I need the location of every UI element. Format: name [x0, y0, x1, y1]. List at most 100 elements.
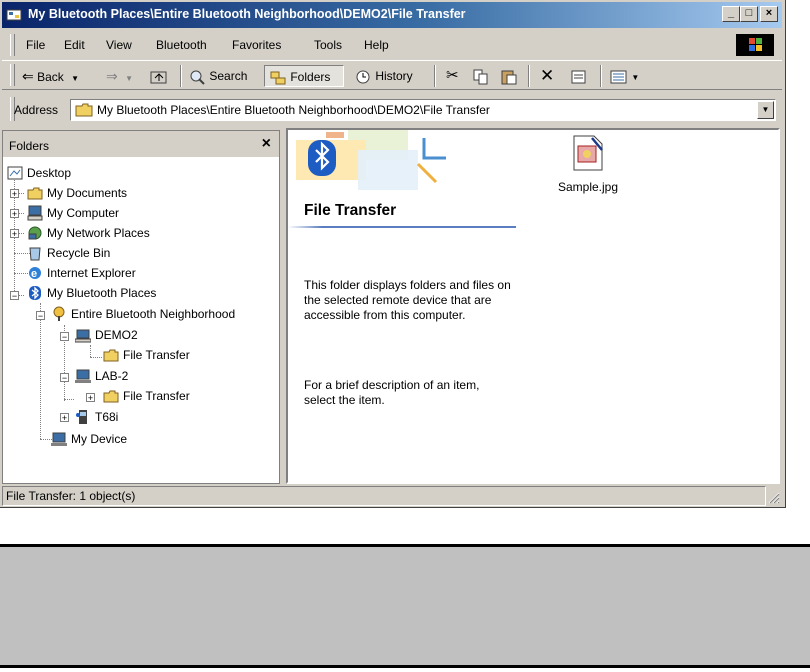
collapse-demo2[interactable]: −: [60, 332, 69, 342]
chevron-down-icon: ▼: [71, 74, 80, 83]
properties-button[interactable]: [570, 65, 588, 87]
folders-icon: [270, 71, 286, 85]
content-title-underline: [288, 226, 516, 228]
scissors-icon: ✂: [446, 67, 459, 84]
chevron-down-icon: ▼: [125, 74, 133, 83]
explorer-window: My Bluetooth Places\Entire Bluetooth Nei…: [0, 0, 786, 508]
tree-node-label: Recycle Bin: [47, 246, 111, 260]
address-bar: Address My Bluetooth Places\Entire Bluet…: [2, 94, 782, 124]
title-bar[interactable]: My Bluetooth Places\Entire Bluetooth Nei…: [2, 2, 782, 28]
tree-node-label: Internet Explorer: [47, 266, 136, 280]
folders-label: Folders: [290, 70, 331, 84]
folder-icon: [75, 103, 93, 117]
tree-node-label: File Transfer: [123, 389, 190, 403]
toolbar-separator: [528, 65, 530, 87]
folders-pane-header: Folders ×: [3, 131, 279, 157]
bluetooth-computer-icon: [75, 329, 91, 343]
tree-node-label: My Device: [71, 432, 128, 446]
minimize-button[interactable]: _: [722, 6, 740, 22]
toolbar-grip[interactable]: [10, 64, 15, 86]
content-title: File Transfer: [304, 202, 397, 219]
file-name: Sample.jpg: [557, 180, 619, 194]
forward-arrow-icon: ⇒: [106, 68, 118, 84]
search-icon: [190, 70, 205, 85]
history-button[interactable]: History: [354, 65, 413, 87]
back-button[interactable]: ⇐ Back ▼: [22, 65, 79, 87]
address-label: Address: [14, 103, 59, 117]
tree-node-label: DEMO2: [95, 328, 138, 342]
address-value: My Bluetooth Places\Entire Bluetooth Nei…: [97, 103, 490, 117]
tree-connector: [90, 345, 91, 357]
tree-node-label: LAB-2: [95, 369, 129, 383]
laptop-icon: [51, 432, 67, 446]
folders-pane: Folders × + + + − − − − + + Desktop My D…: [2, 130, 280, 484]
menu-view[interactable]: View: [106, 38, 132, 52]
forward-button[interactable]: ⇒ ▼: [106, 65, 133, 87]
views-button[interactable]: ▼: [610, 65, 639, 87]
delete-button[interactable]: ✕: [540, 65, 554, 87]
copy-button[interactable]: [472, 65, 490, 87]
folder-icon: [103, 390, 119, 403]
jpg-image-icon: [573, 135, 603, 171]
paste-button[interactable]: [500, 65, 518, 87]
folders-button[interactable]: Folders: [264, 65, 344, 87]
menu-bar: File Edit View Bluetooth Favorites Tools…: [2, 32, 782, 58]
tree-node-label: My Network Places: [47, 226, 150, 240]
collapse-lab2[interactable]: −: [60, 373, 69, 383]
file-item-sample-jpg[interactable]: Sample.jpg: [548, 134, 628, 194]
search-label: Search: [209, 69, 248, 83]
tree-node-label: Desktop: [27, 166, 72, 180]
tree-node-label: My Computer: [47, 206, 120, 220]
tree-connector: [64, 399, 74, 400]
menu-edit[interactable]: Edit: [64, 38, 85, 52]
tree-node-label: My Bluetooth Places: [47, 286, 157, 300]
windows-logo-icon: [736, 34, 774, 56]
delete-x-icon: ✕: [540, 66, 555, 85]
properties-icon: [571, 70, 586, 84]
cut-button[interactable]: ✂: [446, 65, 459, 87]
my-computer-icon: [27, 205, 43, 221]
content-hint: For a brief description of an item, sele…: [304, 378, 480, 407]
expand-my-computer[interactable]: +: [10, 209, 19, 219]
collapse-bluetooth-neighborhood[interactable]: −: [36, 311, 45, 321]
desktop-icon: [7, 166, 23, 180]
views-icon: [610, 70, 627, 84]
recycle-bin-icon: [29, 247, 41, 261]
expand-network-places[interactable]: +: [10, 229, 19, 239]
laptop-icon: [75, 369, 91, 383]
address-input[interactable]: My Bluetooth Places\Entire Bluetooth Nei…: [70, 99, 776, 121]
history-icon: [356, 70, 370, 84]
bluetooth-icon: [29, 286, 41, 300]
copy-icon: [473, 69, 488, 85]
expand-lab2-file-transfer[interactable]: +: [86, 393, 95, 403]
content-pane: File Transfer This folder displays folde…: [286, 128, 780, 484]
expand-t68i[interactable]: +: [60, 413, 69, 423]
menu-favorites[interactable]: Favorites: [232, 38, 281, 52]
toolbar-separator: [600, 65, 602, 87]
expand-my-documents[interactable]: +: [10, 189, 19, 199]
up-folder-icon: [150, 71, 167, 84]
my-documents-icon: [27, 187, 43, 200]
menu-help[interactable]: Help: [364, 38, 389, 52]
close-button[interactable]: ×: [760, 6, 778, 22]
window-title: My Bluetooth Places\Entire Bluetooth Nei…: [28, 7, 466, 21]
resize-grip-icon[interactable]: [766, 490, 780, 504]
folder-tree: + + + − − − − + + Desktop My Documents M…: [3, 157, 279, 483]
tree-node-label: File Transfer: [123, 348, 190, 362]
search-button[interactable]: Search: [188, 65, 247, 87]
svg-text:e: e: [31, 268, 37, 280]
bluetooth-neighborhood-icon: [53, 306, 65, 321]
up-folder-button[interactable]: [150, 65, 168, 87]
maximize-button[interactable]: □: [740, 6, 758, 22]
folder-icon: [103, 349, 119, 362]
address-dropdown-button[interactable]: ▼: [757, 101, 774, 119]
tree-node-label: T68i: [95, 410, 119, 424]
menubar-grip[interactable]: [10, 34, 15, 56]
menu-bluetooth[interactable]: Bluetooth: [156, 38, 207, 52]
close-folders-pane-icon[interactable]: ×: [262, 135, 271, 153]
collapse-bluetooth-places[interactable]: −: [10, 291, 19, 301]
content-description: This folder displays folders and files o…: [304, 278, 511, 322]
menu-file[interactable]: File: [26, 38, 45, 52]
network-places-icon: [28, 226, 42, 240]
menu-tools[interactable]: Tools: [314, 38, 342, 52]
